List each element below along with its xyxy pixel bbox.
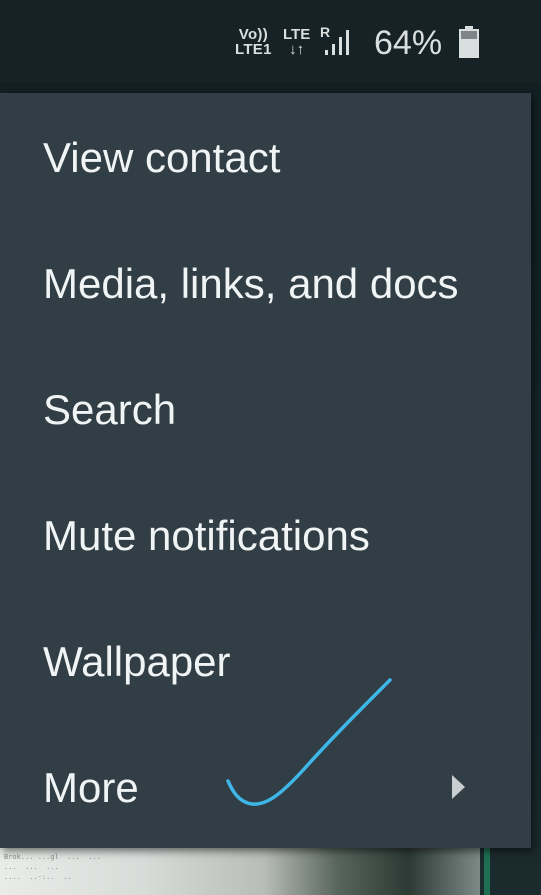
chat-image-text: Brok... ...gl ... ... ... ... ... .... .… — [4, 853, 101, 881]
volte-sim-label: LTE1 — [235, 41, 272, 58]
battery-icon — [459, 26, 479, 58]
menu-item-label: Media, links, and docs — [43, 260, 459, 307]
menu-item-media-links-docs[interactable]: Media, links, and docs — [0, 219, 531, 345]
menu-item-search[interactable]: Search — [0, 345, 531, 471]
menu-item-label: View contact — [43, 134, 281, 181]
menu-item-label: Mute notifications — [43, 512, 370, 559]
data-activity-arrows: ↓↑ — [289, 41, 305, 58]
menu-item-wallpaper[interactable]: Wallpaper — [0, 597, 531, 723]
network-type-indicator: LTE ↓↑ — [283, 27, 310, 57]
menu-item-label: Search — [43, 386, 177, 433]
volte-label: Vo)) — [238, 26, 268, 43]
menu-item-mute-notifications[interactable]: Mute notifications — [0, 471, 531, 597]
signal-icon — [325, 30, 349, 55]
chat-side-accent — [484, 845, 490, 895]
menu-item-label: More — [43, 764, 139, 811]
chat-side-panel — [484, 845, 541, 895]
menu-item-more[interactable]: More — [0, 723, 531, 849]
status-bar: Vo)) LTE1 LTE ↓↑ R 64% — [0, 0, 541, 82]
battery-percentage: 64% — [374, 24, 443, 62]
menu-item-label: Wallpaper — [43, 638, 231, 685]
submenu-arrow-icon — [452, 775, 465, 799]
volte-indicator: Vo)) LTE1 — [235, 27, 272, 57]
menu-item-view-contact[interactable]: View contact — [0, 93, 531, 219]
overflow-menu: View contact Media, links, and docs Sear… — [0, 93, 531, 848]
network-type-label: LTE — [283, 26, 311, 43]
